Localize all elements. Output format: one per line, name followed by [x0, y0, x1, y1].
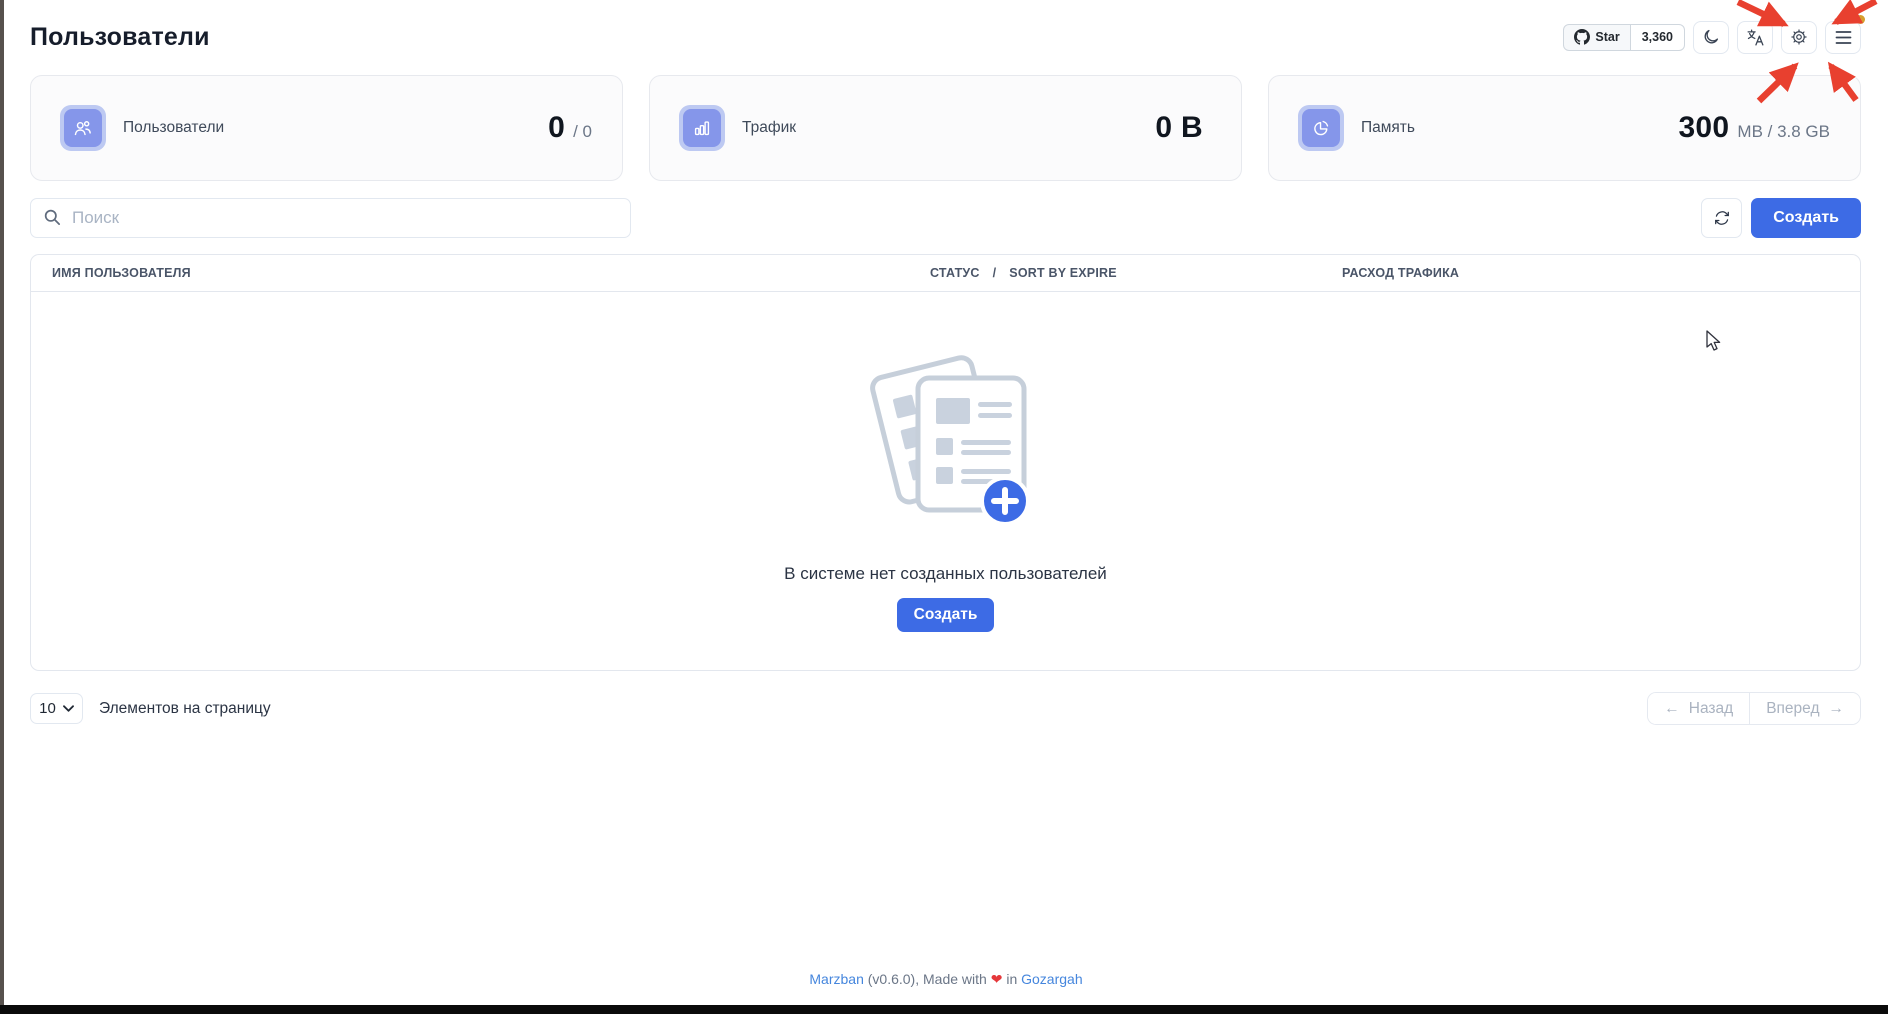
column-traffic[interactable]: РАСХОД ТРАФИКА — [1342, 266, 1860, 280]
screen-edge-bottom — [0, 1005, 1888, 1014]
translate-icon — [1746, 28, 1765, 47]
stat-label: Пользователи — [123, 119, 224, 137]
search-input[interactable] — [30, 198, 631, 238]
stat-card-traffic: Трафик 0 B — [649, 75, 1242, 181]
github-star-widget: Star 3,360 — [1563, 24, 1685, 51]
stat-value: 0 B — [1155, 111, 1211, 145]
stat-number: 300 — [1678, 111, 1729, 145]
moon-icon — [1702, 28, 1720, 46]
marzban-link[interactable]: Marzban — [809, 971, 863, 987]
create-user-button[interactable]: Создать — [1751, 198, 1861, 238]
users-table: ИМЯ ПОЛЬЗОВАТЕЛЯ СТАТУС / SORT BY EXPIRE… — [30, 254, 1861, 671]
page-title: Пользователи — [30, 23, 210, 52]
dark-mode-button[interactable] — [1693, 21, 1729, 54]
menu-button[interactable] — [1825, 21, 1861, 54]
table-header: ИМЯ ПОЛЬЗОВАТЕЛЯ СТАТУС / SORT BY EXPIRE… — [31, 255, 1860, 292]
stat-suffix: / 0 — [573, 122, 592, 142]
next-label: Вперед — [1766, 700, 1819, 718]
stat-label: Трафик — [742, 119, 796, 137]
menu-button-wrap — [1825, 21, 1861, 54]
column-username[interactable]: ИМЯ ПОЛЬЗОВАТЕЛЯ — [31, 266, 930, 280]
empty-state-create-button[interactable]: Создать — [897, 598, 995, 632]
search-box — [30, 198, 631, 238]
github-star-button[interactable]: Star — [1563, 24, 1630, 51]
footer-in: in — [1006, 971, 1017, 987]
bar-chart-icon — [683, 109, 721, 147]
stat-label: Память — [1361, 119, 1415, 137]
refresh-icon — [1713, 209, 1731, 227]
refresh-button[interactable] — [1701, 198, 1742, 238]
gear-icon — [1790, 28, 1808, 46]
footer: Marzban (v0.6.0), Made with ❤ in Gozarga… — [4, 971, 1888, 988]
notification-dot — [1856, 15, 1865, 24]
prev-page-button[interactable]: ← Назад — [1648, 693, 1750, 724]
users-icon-box — [60, 105, 106, 151]
column-divider: / — [993, 266, 997, 280]
controls-row: Создать — [30, 198, 1861, 238]
users-icon — [64, 109, 102, 147]
stat-card-memory: Память 300 MB / 3.8 GB — [1268, 75, 1861, 181]
chevron-down-icon — [63, 705, 74, 712]
users-page: Пользователи Star 3,360 — [4, 0, 1888, 1005]
heart-icon: ❤ — [991, 972, 1003, 988]
stat-card-users: Пользователи 0 / 0 — [30, 75, 623, 181]
prev-label: Назад — [1689, 700, 1733, 718]
screen-edge-left — [0, 0, 4, 1014]
stats-row: Пользователи 0 / 0 Трафик — [30, 75, 1861, 181]
stat-number: 0 B — [1155, 111, 1203, 145]
language-button[interactable] — [1737, 21, 1773, 54]
pie-chart-icon — [1302, 109, 1340, 147]
stat-suffix: MB / 3.8 GB — [1737, 122, 1830, 142]
stat-value: 300 MB / 3.8 GB — [1678, 111, 1830, 145]
table-empty-state: В системе нет созданных пользователей Со… — [31, 292, 1860, 670]
github-star-count[interactable]: 3,360 — [1631, 24, 1685, 51]
column-status[interactable]: СТАТУС — [930, 266, 980, 280]
github-star-label: Star — [1595, 30, 1619, 44]
column-status-expire: СТАТУС / SORT BY EXPIRE — [930, 266, 1342, 280]
empty-state-message: В системе нет созданных пользователей — [784, 564, 1107, 584]
traffic-icon-box — [679, 105, 725, 151]
pager-group: ← Назад Вперед → — [1647, 692, 1861, 725]
stat-value: 0 / 0 — [548, 111, 592, 145]
add-plus-icon — [982, 478, 1028, 524]
arrow-left-icon: ← — [1664, 700, 1680, 718]
page-size-select[interactable]: 10 — [30, 693, 83, 724]
settings-button[interactable] — [1781, 21, 1817, 54]
empty-documents-illustration — [860, 348, 1032, 546]
stat-number: 0 — [548, 111, 565, 145]
screen: Пользователи Star 3,360 — [0, 0, 1888, 1014]
column-sort-by-expire[interactable]: SORT BY EXPIRE — [1009, 266, 1116, 280]
arrow-right-icon: → — [1829, 700, 1845, 718]
hamburger-menu-icon — [1835, 30, 1852, 45]
footer-text: (v0.6.0), Made with — [868, 971, 987, 987]
next-page-button[interactable]: Вперед → — [1750, 693, 1860, 724]
top-bar: Пользователи Star 3,360 — [30, 16, 1861, 58]
header-toolbar: Star 3,360 — [1563, 21, 1861, 54]
search-icon — [43, 208, 62, 227]
per-page-label: Элементов на страницу — [99, 700, 271, 718]
page-size-value: 10 — [39, 700, 56, 717]
memory-icon-box — [1298, 105, 1344, 151]
pagination-row: 10 Элементов на страницу ← Назад Вперед … — [30, 692, 1861, 725]
github-icon — [1574, 29, 1590, 45]
gozargah-link[interactable]: Gozargah — [1021, 971, 1082, 987]
